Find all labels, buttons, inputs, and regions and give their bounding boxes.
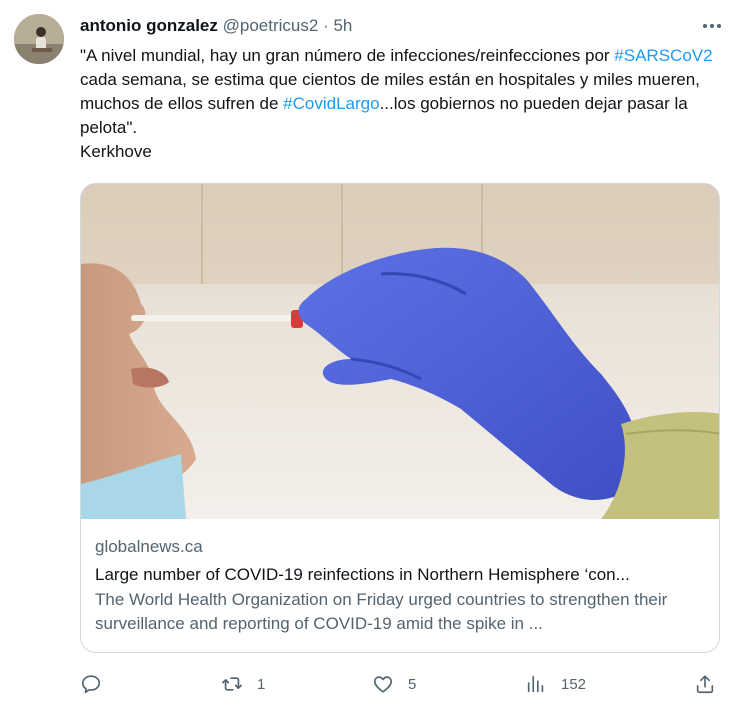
share-icon bbox=[696, 675, 714, 694]
views-button[interactable]: 152 bbox=[525, 672, 586, 696]
retweet-count: 1 bbox=[257, 675, 266, 693]
reply-button[interactable] bbox=[80, 672, 102, 696]
tweet-text: "A nivel mundial, hay un gran número de … bbox=[80, 44, 720, 164]
author-handle[interactable]: @poetricus2 bbox=[223, 16, 319, 35]
separator-dot: · bbox=[323, 16, 329, 35]
action-bar: 1 5 152 bbox=[80, 672, 720, 696]
views-icon bbox=[527, 675, 544, 693]
timestamp[interactable]: 5h bbox=[333, 16, 352, 35]
card-title[interactable]: Large number of COVID-19 reinfections in… bbox=[95, 563, 707, 587]
retweet-button[interactable]: 1 bbox=[221, 672, 265, 696]
share-button[interactable] bbox=[694, 672, 716, 696]
views-count: 152 bbox=[561, 675, 587, 693]
card-image[interactable] bbox=[81, 184, 719, 519]
heart-icon bbox=[373, 676, 393, 693]
card-description: The World Health Organization on Friday … bbox=[95, 590, 668, 633]
author-name[interactable]: antonio gonzalez bbox=[80, 16, 218, 35]
tweet-text-signature: Kerkhove bbox=[80, 142, 152, 161]
like-count: 5 bbox=[408, 675, 417, 693]
retweet-icon bbox=[222, 677, 242, 691]
more-dots-icon bbox=[703, 24, 721, 28]
tweet-header: antonio gonzalez @poetricus2 · 5h bbox=[80, 14, 352, 38]
link-card[interactable]: globalnews.ca Large number of COVID-19 r… bbox=[80, 183, 720, 653]
more-options-button[interactable] bbox=[700, 18, 724, 34]
avatar[interactable] bbox=[14, 14, 64, 64]
tweet-text-part: "A nivel mundial, hay un gran número de … bbox=[80, 46, 615, 65]
card-domain: globalnews.ca bbox=[95, 537, 203, 556]
reply-icon bbox=[81, 675, 101, 694]
hashtag-link[interactable]: #SARSCoV2 bbox=[614, 46, 712, 65]
card-text: globalnews.ca Large number of COVID-19 r… bbox=[95, 535, 707, 636]
like-button[interactable]: 5 bbox=[372, 672, 416, 696]
hashtag-link[interactable]: #CovidLargo bbox=[283, 94, 379, 113]
tweet[interactable]: antonio gonzalez @poetricus2 · 5h "A niv… bbox=[0, 0, 740, 718]
